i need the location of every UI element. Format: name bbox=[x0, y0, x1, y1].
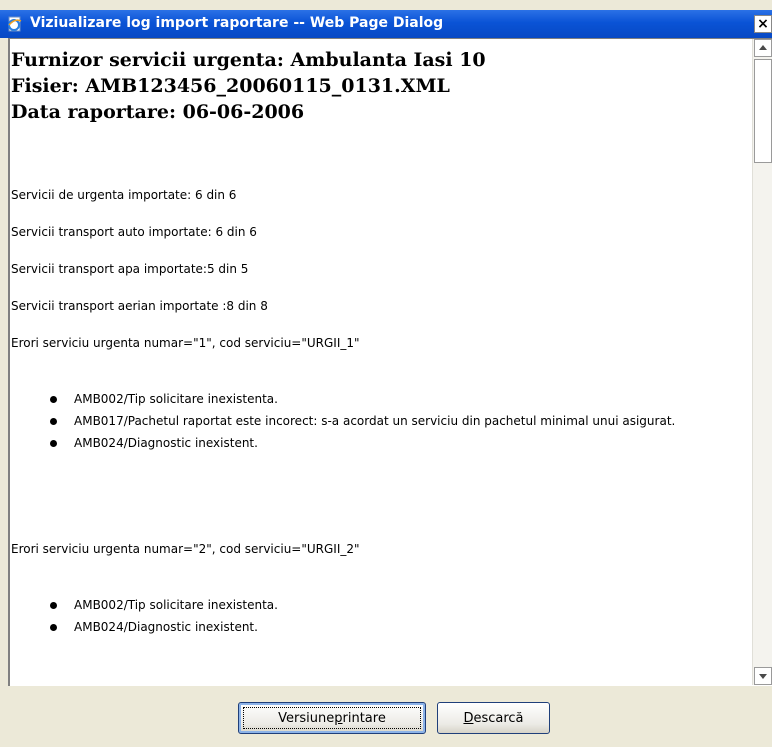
summary-line: Servicii transport apa importate:5 din 5 bbox=[11, 262, 249, 276]
error-list: AMB002/Tip solicitare inexistenta. AMB02… bbox=[10, 595, 710, 639]
list-item: AMB002/Tip solicitare inexistenta. bbox=[10, 389, 710, 409]
vertical-scrollbar[interactable] bbox=[752, 39, 772, 685]
list-item: AMB024/Diagnostic inexistent. bbox=[10, 617, 710, 637]
window-title: Viziualizare log import raportare -- Web… bbox=[30, 15, 444, 31]
list-item: AMB017/Pachetul raportat este incorect: … bbox=[10, 411, 710, 431]
scrollbar-thumb[interactable] bbox=[754, 59, 772, 163]
error-text: AMB002/Tip solicitare inexistenta. bbox=[74, 598, 278, 612]
log-content-frame[interactable]: Furnizor servicii urgenta: Ambulanta Ias… bbox=[8, 38, 772, 686]
summary-line: Servicii transport auto importate: 6 din… bbox=[11, 225, 257, 239]
print-label-pre: Versiune bbox=[278, 710, 335, 726]
print-version-button[interactable]: Versiune p rintare bbox=[238, 702, 426, 734]
error-group-heading: Erori serviciu urgenta numar="2", cod se… bbox=[11, 542, 360, 556]
title-bar[interactable]: Viziualizare log import raportare -- Web… bbox=[0, 10, 772, 38]
ie-page-icon bbox=[8, 16, 22, 32]
bullet-icon bbox=[50, 396, 57, 403]
list-item: AMB002/Tip solicitare inexistenta. bbox=[10, 595, 710, 615]
error-group-heading: Erori serviciu urgenta numar="1", cod se… bbox=[11, 336, 360, 350]
download-label-post: escarcă bbox=[473, 710, 524, 726]
dialog-window: Viziualizare log import raportare -- Web… bbox=[0, 0, 772, 747]
close-icon[interactable]: × bbox=[754, 15, 772, 33]
file-line: Fisier: AMB123456_20060115_0131.XML bbox=[11, 75, 450, 97]
error-text: AMB017/Pachetul raportat este incorect: … bbox=[74, 414, 676, 428]
print-label-access: p bbox=[334, 710, 343, 726]
bullet-icon bbox=[50, 440, 57, 447]
arrow-down-glyph bbox=[759, 674, 767, 679]
dialog-button-bar: Versiune p rintare Descarcă bbox=[0, 690, 772, 747]
download-button[interactable]: Descarcă bbox=[437, 702, 550, 734]
provider-line: Furnizor servicii urgenta: Ambulanta Ias… bbox=[11, 49, 486, 71]
bullet-icon bbox=[50, 418, 57, 425]
error-text: AMB024/Diagnostic inexistent. bbox=[74, 436, 258, 450]
arrow-up-icon[interactable] bbox=[754, 39, 772, 57]
report-date-line: Data raportare: 06-06-2006 bbox=[11, 101, 305, 123]
list-item: AMB024/Diagnostic inexistent. bbox=[10, 433, 710, 453]
arrow-down-icon[interactable] bbox=[754, 667, 772, 685]
log-document: Furnizor servicii urgenta: Ambulanta Ias… bbox=[10, 39, 738, 685]
error-text: AMB024/Diagnostic inexistent. bbox=[74, 620, 258, 634]
download-label-access: D bbox=[463, 710, 474, 726]
summary-line: Servicii de urgenta importate: 6 din 6 bbox=[11, 188, 237, 202]
report-header: Furnizor servicii urgenta: Ambulanta Ias… bbox=[10, 47, 486, 125]
bullet-icon bbox=[50, 624, 57, 631]
error-text: AMB002/Tip solicitare inexistenta. bbox=[74, 392, 278, 406]
bullet-icon bbox=[50, 602, 57, 609]
arrow-up-glyph bbox=[759, 45, 767, 50]
print-label-post: rintare bbox=[342, 710, 386, 726]
error-list: AMB002/Tip solicitare inexistenta. AMB01… bbox=[10, 389, 710, 455]
close-glyph: × bbox=[757, 16, 769, 32]
summary-line: Servicii transport aerian importate :8 d… bbox=[11, 299, 268, 313]
